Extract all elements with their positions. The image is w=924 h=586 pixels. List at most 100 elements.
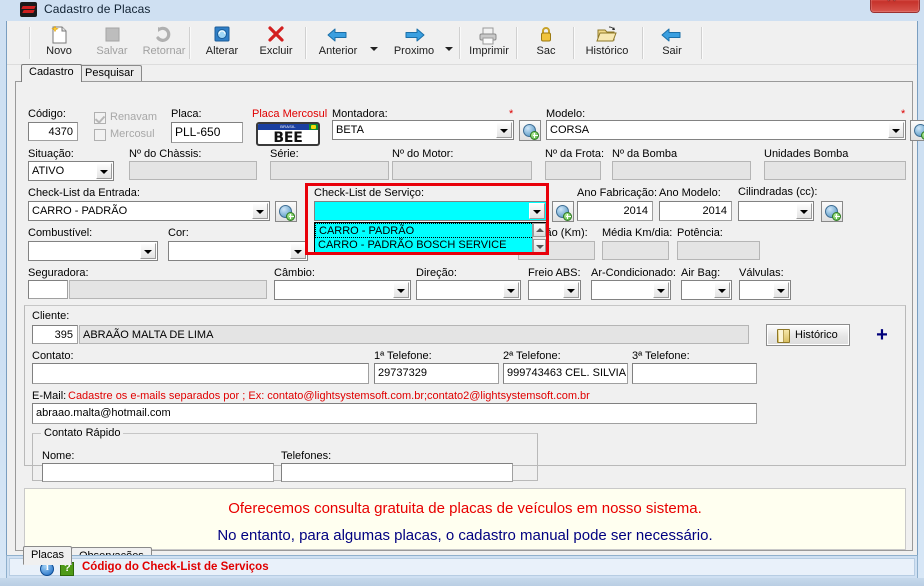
contato-input[interactable] [32,363,369,384]
toolbar-button-sair[interactable]: Sair [643,23,701,62]
telefone2-input[interactable]: 999743463 CEL. SILVIA [503,363,628,384]
scroll-up-arrow-icon[interactable] [533,223,546,237]
chevron-down-icon[interactable] [140,243,156,259]
toolbar-button-historico[interactable]: Histórico [574,23,640,62]
label-codigo: Código: [28,108,66,120]
toolbar-button-proximo[interactable]: Proximo [385,23,443,62]
modelo-refresh-button[interactable] [910,120,924,141]
close-button[interactable]: ✕ [870,0,920,13]
toolbar-button-sac[interactable]: Sac [517,23,575,62]
montadora-combo[interactable]: BETA [332,120,514,140]
list-item[interactable]: CARRO - PADRÃO BOSCH SERVICE [315,238,546,253]
media-km-dia-input[interactable] [602,241,669,260]
montadora-value: BETA [336,124,364,136]
freio-abs-combo[interactable] [528,280,581,300]
window-title: Cadastro de Placas [44,2,151,16]
chevron-down-icon[interactable] [503,282,519,298]
checklist-servico-dropdown-list[interactable]: CARRO - PADRÃO CARRO - PADRÃO BOSCH SERV… [314,222,547,254]
serie-input[interactable] [270,161,389,180]
codigo-input[interactable]: 4370 [28,122,78,141]
checklist-entrada-refresh-button[interactable] [275,201,297,222]
mercosul-checkbox[interactable] [94,129,106,141]
contato-rapido-telefones-input[interactable] [281,463,513,482]
toolbar-button-novo[interactable]: Novo [30,23,88,62]
anterior-dropdown-arrow[interactable] [369,43,380,55]
motor-input[interactable] [392,161,532,180]
chassis-input[interactable] [129,161,257,180]
checklist-servico-combo[interactable] [314,201,547,221]
bomba-input[interactable] [612,161,751,180]
email-hint: Cadastre os e-mails separados por ; Ex: … [68,390,590,402]
toolbar-button-excluir[interactable]: Excluir [247,23,305,62]
tab-pesquisar[interactable]: Pesquisar [77,65,142,82]
cliente-historico-button[interactable]: Histórico [766,324,850,346]
car-icon [20,2,37,17]
toolbar-label-excluir: Excluir [259,45,293,57]
chevron-down-icon[interactable] [796,203,812,219]
label-freio-abs: Freio ABS: [528,267,581,279]
chevron-down-icon[interactable] [252,203,268,219]
label-media-km-dia: Média Km/dia: [602,227,673,239]
toolbar-button-imprimir[interactable]: Imprimir [460,23,518,62]
chevron-down-icon[interactable] [773,282,789,298]
chevron-down-icon[interactable] [563,282,579,298]
chevron-down-icon[interactable] [714,282,730,298]
tab-cadastro[interactable]: Cadastro [21,64,82,82]
proximo-dropdown-arrow[interactable] [444,43,455,55]
dropdown-scrollbar[interactable] [532,223,546,253]
chevron-down-icon[interactable] [393,282,409,298]
montadora-refresh-button[interactable] [519,120,541,141]
renavam-label: Renavam [110,111,158,123]
checklist-entrada-combo[interactable]: CARRO - PADRÃO [28,201,270,221]
ano-modelo-input[interactable]: 2014 [659,201,732,221]
toolbar-button-salvar[interactable]: Salvar [83,23,141,62]
telefone3-input[interactable] [632,363,757,384]
cor-combo[interactable] [168,241,308,261]
tab-placas[interactable]: Placas [23,546,73,565]
label-ar-condicionado: Ar-Condicionado: [591,267,676,279]
client-area: Novo Salvar Retornar Alterar Excluir Ant… [6,21,924,573]
email-input[interactable]: abraao.malta@hotmail.com [32,403,757,424]
cadastro-panel: Código: 4370 Renavam Mercosul Placa: PLL… [15,81,924,551]
chevron-down-icon[interactable] [653,282,669,298]
direcao-combo[interactable] [416,280,521,300]
contato-rapido-nome-input[interactable] [42,463,274,482]
toolbar-button-retornar[interactable]: Retornar [135,23,193,62]
chevron-down-icon[interactable] [496,122,512,138]
status-bar: Código do Check-List de Serviços [6,555,918,579]
unidades-bomba-input[interactable] [764,161,906,180]
toolbar-button-anterior[interactable]: Anterior [309,23,367,62]
ar-condicionado-combo[interactable] [591,280,671,300]
label-situacao: Situação: [28,148,74,160]
list-item[interactable]: CARRO - PADRÃO [315,223,546,238]
seguradora-code-input[interactable] [28,280,68,299]
cilindradas-refresh-button[interactable] [821,201,843,222]
printer-icon [460,23,518,45]
telefone1-input[interactable]: 29737329 [374,363,499,384]
renavam-checkbox[interactable] [94,112,106,124]
air-bag-combo[interactable] [681,280,732,300]
placa-input[interactable]: PLL-650 [171,122,243,143]
chevron-down-icon[interactable] [888,122,904,138]
potencia-input[interactable] [677,241,760,260]
combustivel-combo[interactable] [28,241,158,261]
checklist-servico-refresh-button[interactable] [552,201,574,222]
chevron-down-icon[interactable] [96,163,112,179]
label-cilindradas: Cilindradas (cc): [738,186,818,198]
cliente-add-button[interactable]: + [871,324,893,346]
label-placa-mercosul: Placa Mercosul [252,108,328,120]
scroll-down-arrow-icon[interactable] [533,239,546,253]
cambio-combo[interactable] [274,280,411,300]
label-contato-rapido-telefones: Telefones: [281,450,332,462]
chevron-down-icon[interactable] [529,203,545,219]
ano-fabricacao-input[interactable]: 2014 [577,201,653,221]
situacao-value: ATIVO [32,165,65,177]
valvulas-combo[interactable] [739,280,791,300]
situacao-combo[interactable]: ATIVO [28,161,114,181]
cilindradas-combo[interactable] [738,201,814,221]
modelo-combo[interactable]: CORSA [546,120,906,140]
cliente-code-input[interactable]: 395 [32,325,78,344]
chevron-down-icon[interactable] [290,243,306,259]
frota-input[interactable] [545,161,601,180]
toolbar-button-alterar[interactable]: Alterar [193,23,251,62]
